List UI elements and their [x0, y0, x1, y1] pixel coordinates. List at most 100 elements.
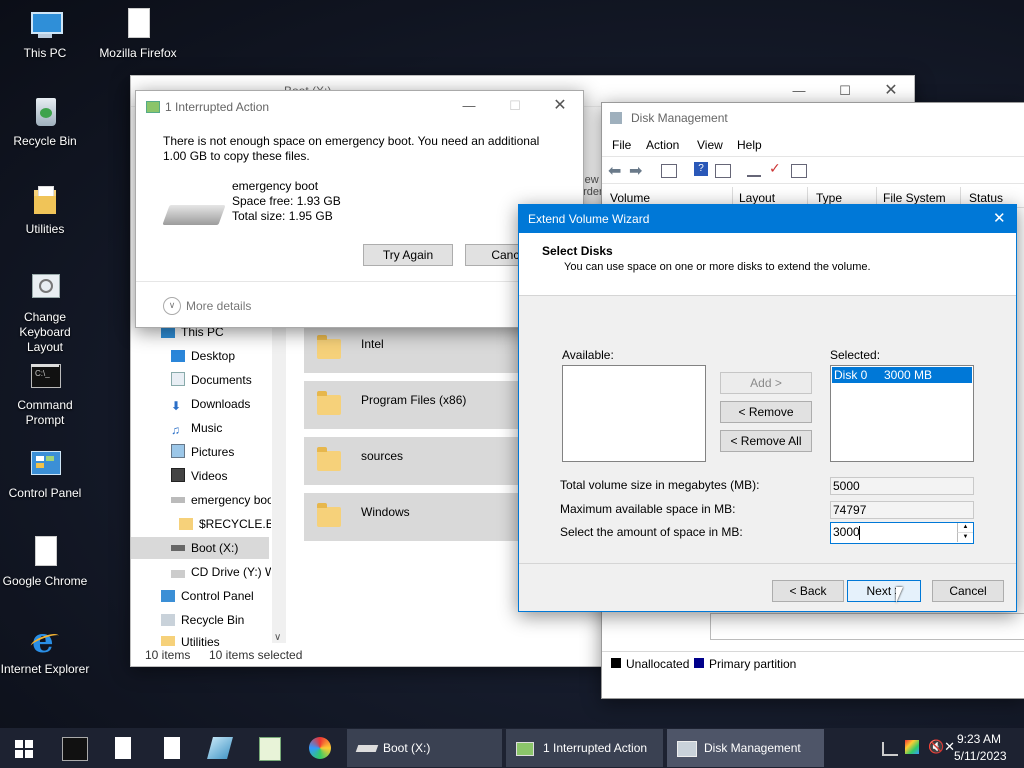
- menu-action[interactable]: Action: [646, 138, 679, 152]
- forward-arrow-icon[interactable]: ➡: [629, 161, 642, 181]
- tray-color-icon[interactable]: [905, 740, 919, 754]
- nav-item-utilities[interactable]: Utilities: [161, 631, 220, 646]
- terminal-icon: C:\_: [28, 360, 62, 394]
- check-icon[interactable]: ✓: [769, 160, 781, 177]
- taskbar-item-boot-x[interactable]: Boot (X:): [347, 729, 502, 767]
- taskbar-file-icon-2[interactable]: [164, 737, 180, 759]
- mouse-pointer-icon: [896, 587, 903, 603]
- selected-list[interactable]: Disk 0 3000 MB: [830, 365, 974, 462]
- amount-label: Select the amount of space in MB:: [560, 525, 743, 539]
- nav-item-desktop[interactable]: Desktop: [171, 345, 235, 367]
- control-panel-icon: [161, 590, 175, 602]
- extend-volume-wizard: Extend Volume Wizard ✕ Select Disks You …: [518, 204, 1017, 612]
- col-status[interactable]: Status: [969, 191, 1003, 205]
- nav-item-cd-drive[interactable]: CD Drive (Y:) W: [171, 561, 271, 583]
- desktop-icon-this-pc[interactable]: This PC: [0, 8, 90, 61]
- nav-item-videos[interactable]: Videos: [171, 465, 227, 487]
- desktop-icon-command-prompt[interactable]: C:\_ Command Prompt: [0, 360, 90, 428]
- volume-muted-icon[interactable]: 🔇✕: [928, 739, 955, 755]
- cancel-button[interactable]: Cancel: [932, 580, 1004, 602]
- col-layout[interactable]: Layout: [739, 191, 775, 205]
- console-icon[interactable]: [661, 164, 677, 178]
- file-tile-program-files[interactable]: Program Files (x86): [304, 381, 518, 429]
- maximize-button[interactable]: ☐: [492, 91, 538, 121]
- file-name: Intel: [361, 337, 384, 351]
- col-type[interactable]: Type: [816, 191, 842, 205]
- stepper-up-icon[interactable]: ▲: [957, 523, 973, 533]
- desktop-icon-utilities[interactable]: Utilities: [0, 184, 90, 237]
- connect-icon[interactable]: [747, 163, 761, 177]
- menu-help[interactable]: Help: [737, 138, 762, 152]
- nav-item-recycle-bin[interactable]: Recycle Bin: [161, 609, 244, 631]
- desktop-icon-change-keyboard-layout[interactable]: Change Keyboard Layout: [0, 272, 90, 355]
- selected-list-item[interactable]: Disk 0 3000 MB: [832, 367, 972, 383]
- desktop-icon-label: Control Panel: [8, 486, 82, 500]
- desktop-icon-google-chrome[interactable]: Google Chrome: [0, 536, 90, 589]
- close-button[interactable]: ✕: [993, 209, 1006, 227]
- file-tile-intel[interactable]: Intel: [304, 325, 518, 373]
- more-details-link[interactable]: More details: [186, 299, 251, 313]
- wizard-header: Select Disks You can use space on one or…: [519, 233, 1016, 296]
- folder-icon: [179, 518, 193, 530]
- next-button[interactable]: Next >: [847, 580, 921, 602]
- drive-name: emergency boot: [232, 179, 319, 193]
- col-file-system[interactable]: File System: [883, 191, 946, 205]
- total-value: 5000: [830, 477, 974, 495]
- col-volume[interactable]: Volume: [610, 191, 650, 205]
- chevron-down-icon[interactable]: ∨: [163, 297, 181, 315]
- tray-network-icon[interactable]: [882, 742, 898, 756]
- taskbar-notepad-icon[interactable]: [259, 737, 281, 761]
- list-icon[interactable]: [791, 164, 807, 178]
- close-button[interactable]: ✕: [537, 91, 583, 121]
- file-tile-windows[interactable]: Windows: [304, 493, 518, 541]
- remove-button[interactable]: < Remove: [720, 401, 812, 423]
- file-tile-sources[interactable]: sources: [304, 437, 518, 485]
- amount-stepper[interactable]: 3000 ▲ ▼: [830, 522, 974, 544]
- taskbar-item-disk-management[interactable]: Disk Management: [667, 729, 824, 767]
- desktop-icon-recycle-bin[interactable]: Recycle Bin: [0, 96, 90, 149]
- back-button[interactable]: < Back: [772, 580, 844, 602]
- folder-icon: [317, 503, 341, 527]
- taskbar-file-icon[interactable]: [115, 737, 131, 759]
- drive-icon: [171, 497, 185, 503]
- available-list[interactable]: [562, 365, 706, 462]
- minimize-button[interactable]: —: [446, 91, 492, 121]
- menu-view[interactable]: View: [697, 138, 723, 152]
- nav-item-boot-x[interactable]: Boot (X:): [131, 537, 269, 559]
- nav-item-recycle-bin-folder[interactable]: $RECYCLE.BIN: [179, 513, 271, 535]
- status-items: 10 items: [145, 648, 191, 662]
- selected-disk: Disk 0: [834, 368, 868, 382]
- folder-icon: [161, 636, 175, 646]
- taskbar-item-interrupted-action[interactable]: 1 Interrupted Action: [506, 729, 663, 767]
- menu-file[interactable]: File: [612, 138, 631, 152]
- try-again-button[interactable]: Try Again: [363, 244, 453, 266]
- nav-item-pictures[interactable]: Pictures: [171, 441, 234, 463]
- nav-item-documents[interactable]: Documents: [171, 369, 252, 391]
- remove-all-button[interactable]: < Remove All: [720, 430, 812, 452]
- desktop-icon-internet-explorer[interactable]: e Internet Explorer: [0, 624, 90, 677]
- nav-scrollbar[interactable]: ∨: [272, 321, 286, 643]
- taskbar-paint-icon[interactable]: [309, 737, 331, 759]
- clock-time[interactable]: 9:23 AM: [957, 732, 1001, 746]
- back-arrow-icon[interactable]: ⬅: [608, 161, 621, 181]
- wizard-subheading: You can use space on one or more disks t…: [564, 261, 871, 273]
- desktop-icon-firefox[interactable]: Mozilla Firefox: [93, 8, 183, 61]
- nav-item-downloads[interactable]: ⬇ Downloads: [171, 393, 250, 415]
- disk-mgmt-title: Disk Management: [631, 111, 728, 125]
- nav-item-emergency-boot[interactable]: emergency boot: [171, 489, 271, 511]
- taskbar-command-prompt-icon[interactable]: [62, 737, 88, 761]
- scroll-down-icon[interactable]: ∨: [274, 632, 281, 643]
- desktop-icon-control-panel[interactable]: Control Panel: [0, 448, 90, 501]
- nav-item-control-panel[interactable]: Control Panel: [161, 585, 254, 607]
- clock-date[interactable]: 5/11/2023: [954, 749, 1007, 763]
- properties-icon[interactable]: [715, 164, 731, 178]
- add-button[interactable]: Add >: [720, 372, 812, 394]
- file-icon: [121, 8, 155, 42]
- nav-item-music[interactable]: ♫ Music: [171, 417, 222, 439]
- disk-mgmt-menubar: File Action View Help: [602, 134, 1024, 154]
- stepper-down-icon[interactable]: ▼: [957, 533, 973, 542]
- help-icon[interactable]: ?: [694, 162, 708, 176]
- file-name: Windows: [361, 505, 410, 519]
- amount-input[interactable]: 3000: [833, 525, 860, 539]
- start-button[interactable]: [0, 728, 48, 768]
